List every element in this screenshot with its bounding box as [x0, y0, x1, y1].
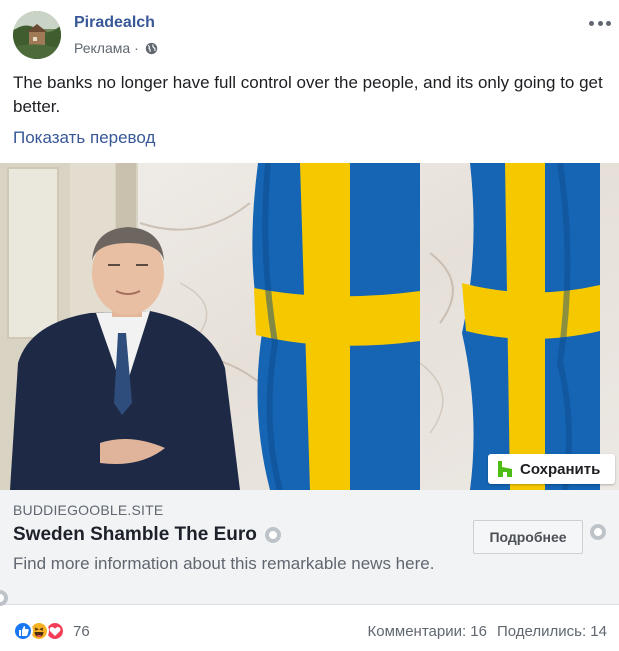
- globe-icon[interactable]: [145, 42, 158, 55]
- page-avatar[interactable]: [13, 11, 61, 59]
- ad-image[interactable]: [0, 163, 619, 490]
- post-header: Piradealch Реклама ·: [13, 11, 613, 61]
- link-preview[interactable]: BUDDIEGOOBLE.SITE Sweden Shamble The Eur…: [0, 490, 619, 606]
- engagement-stats: Комментарии: 16 Поделились: 14: [368, 623, 608, 640]
- link-domain: BUDDIEGOOBLE.SITE: [13, 502, 164, 518]
- link-description: Find more information about this remarka…: [13, 554, 435, 573]
- meta-separator: ·: [134, 40, 139, 56]
- show-translation-link[interactable]: Показать перевод: [13, 128, 155, 148]
- loading-ring-icon: [0, 590, 8, 606]
- shares-count-link[interactable]: Поделились: 14: [497, 623, 607, 640]
- loading-ring-icon: [590, 524, 606, 540]
- learn-more-button[interactable]: Подробнее: [473, 520, 583, 554]
- link-headline-text: Sweden Shamble The Euro: [13, 524, 257, 545]
- more-options-icon[interactable]: [589, 17, 611, 29]
- post-footer: 76 Комментарии: 16 Поделились: 14: [0, 606, 619, 651]
- reactions-summary[interactable]: 76: [13, 621, 90, 641]
- sponsored-label[interactable]: Реклама: [74, 40, 130, 56]
- save-button[interactable]: Сохранить: [488, 454, 615, 484]
- ad-post: Piradealch Реклама · The banks no longer…: [0, 0, 619, 651]
- loading-ring-icon: [264, 527, 281, 543]
- link-headline[interactable]: Sweden Shamble The Euro: [13, 524, 281, 546]
- page-name-link[interactable]: Piradealch: [74, 14, 155, 32]
- reaction-count: 76: [73, 622, 90, 640]
- save-label: Сохранить: [520, 460, 601, 478]
- comments-count-link[interactable]: Комментарии: 16: [368, 623, 488, 640]
- post-text: The banks no longer have full control ov…: [13, 73, 603, 116]
- houzz-h-icon: [498, 461, 512, 477]
- post-meta: Реклама ·: [74, 40, 158, 56]
- like-icon: [13, 621, 33, 641]
